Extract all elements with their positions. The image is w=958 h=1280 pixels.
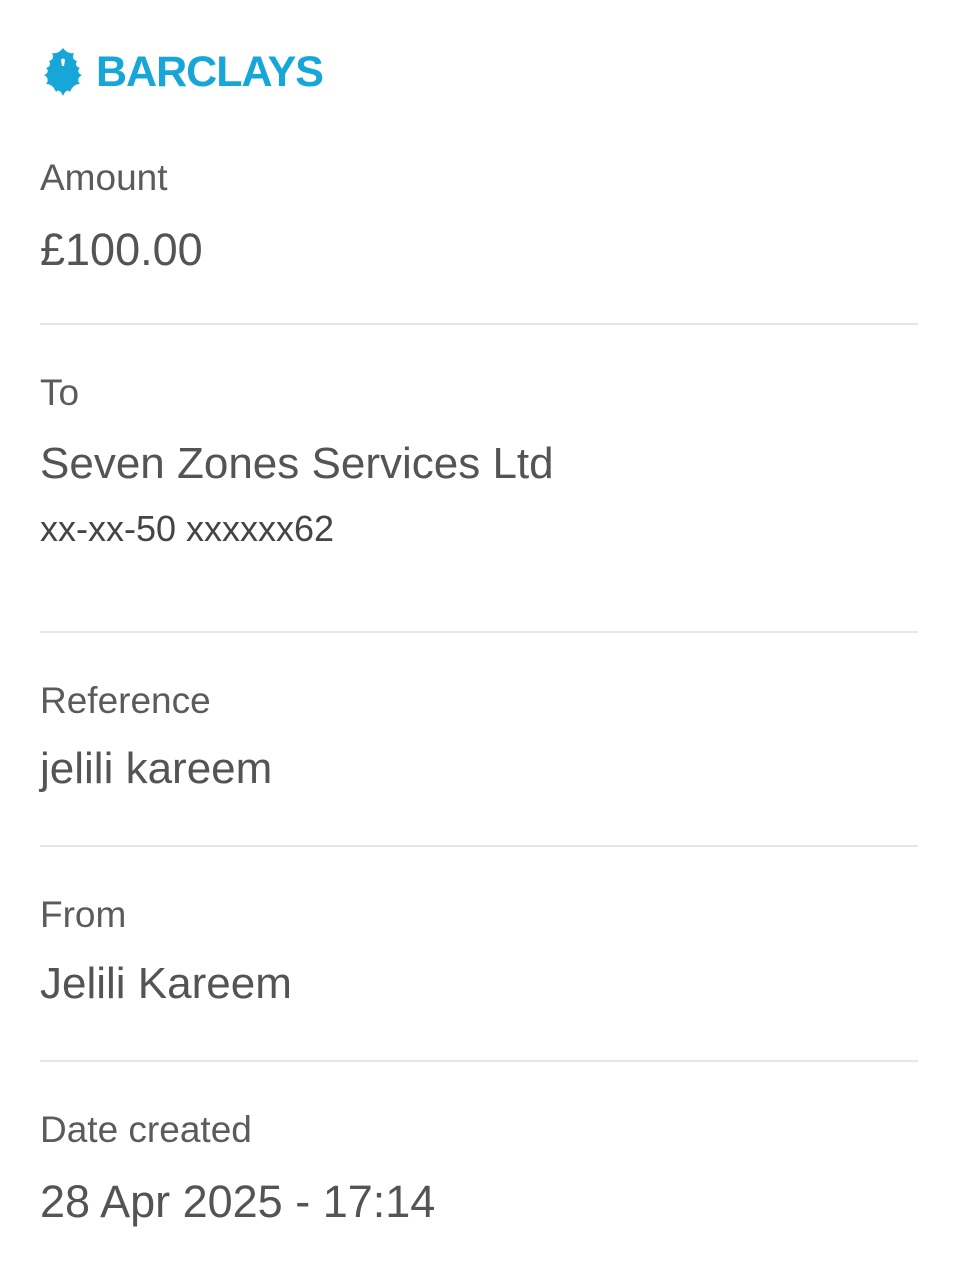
divider (40, 1060, 918, 1062)
from-value: Jelili Kareem (40, 959, 292, 1009)
date-created-value: 28 Apr 2025 - 17:14 (40, 1176, 436, 1228)
from-label: From (40, 894, 127, 935)
to-account: xx-xx-50 xxxxxx62 (40, 508, 335, 550)
date-created-section: Date created 28 Apr 2025 - 17:14 (40, 1108, 918, 1229)
divider (40, 845, 918, 847)
divider (40, 631, 918, 633)
amount-section: Amount £100.00 (40, 156, 918, 277)
brand-wordmark: BARCLAYS (96, 47, 324, 96)
to-section: To Seven Zones Services Ltd xx-xx-50 xxx… (40, 371, 918, 550)
payment-details-card: BARCLAYS Amount £100.00 To Seven Zones S… (0, 0, 958, 1280)
date-created-label: Date created (40, 1109, 252, 1150)
divider (40, 323, 918, 325)
to-label: To (40, 372, 80, 413)
eagle-icon (44, 48, 82, 96)
from-section: From Jelili Kareem (40, 893, 918, 1011)
reference-label: Reference (40, 680, 211, 721)
reference-section: Reference jelili kareem (40, 679, 918, 796)
reference-value: jelili kareem (40, 744, 273, 794)
brand-header: BARCLAYS (40, 44, 324, 100)
to-name: Seven Zones Services Ltd (40, 439, 554, 489)
amount-label: Amount (40, 157, 168, 198)
amount-value: £100.00 (40, 224, 203, 276)
